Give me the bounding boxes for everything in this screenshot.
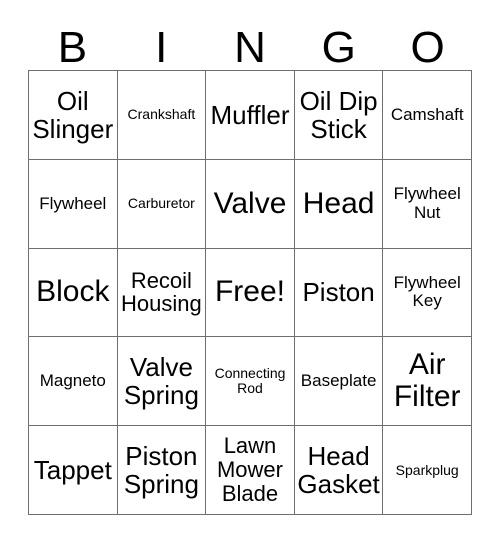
bingo-cell[interactable]: Flywheel Nut <box>383 159 472 249</box>
bingo-cell-label: Lawn Mower Blade <box>216 433 283 506</box>
bingo-cell-label: Camshaft <box>390 104 464 124</box>
bingo-cell[interactable]: Block <box>29 248 118 338</box>
bingo-cell-label: Flywheel Key <box>393 273 461 311</box>
bingo-cell-label: Piston Spring <box>123 441 199 500</box>
bingo-cell[interactable]: Magneto <box>29 337 118 427</box>
bingo-cell[interactable]: Sparkplug <box>383 426 472 515</box>
bingo-cell-label: Air Filter <box>393 347 461 414</box>
bingo-cell-label: Valve <box>213 186 287 220</box>
bingo-cell[interactable]: Lawn Mower Blade <box>206 426 295 515</box>
bingo-cell-label: Free! <box>214 275 285 309</box>
bingo-cell[interactable]: Carburetor <box>117 159 207 249</box>
bingo-cell[interactable]: Valve Spring <box>117 337 207 427</box>
header-letter-i: I <box>155 23 168 72</box>
bingo-card: B I N G O Oil Slinger Crankshaft Muffler… <box>0 0 500 544</box>
bingo-cell[interactable]: Flywheel <box>29 159 118 249</box>
bingo-cell-label: Magneto <box>39 371 106 391</box>
header-letter-b: B <box>57 23 88 72</box>
bingo-header: B I N G O <box>28 14 472 70</box>
bingo-cell-free[interactable]: Free! <box>206 248 295 338</box>
bingo-cell[interactable]: Muffler <box>206 71 295 160</box>
bingo-cell[interactable]: Tappet <box>29 426 118 515</box>
header-letter-g: G <box>321 23 356 72</box>
bingo-cell[interactable]: Air Filter <box>383 337 472 427</box>
bingo-cell[interactable]: Connecting Rod <box>206 337 295 427</box>
bingo-cell[interactable]: Baseplate <box>294 337 384 427</box>
bingo-cell-label: Connecting Rod <box>214 365 286 397</box>
header-letter-o: O <box>410 23 445 72</box>
bingo-cell[interactable]: Head <box>294 159 384 249</box>
bingo-cell-label: Crankshaft <box>127 106 196 123</box>
bingo-cell-label: Piston <box>302 277 375 308</box>
bingo-cell-label: Muffler <box>210 99 290 130</box>
header-letter-n: N <box>234 23 266 72</box>
bingo-cell-label: Baseplate <box>300 371 377 391</box>
bingo-grid: Oil Slinger Crankshaft Muffler Oil Dip S… <box>28 70 472 515</box>
bingo-cell[interactable]: Recoil Housing <box>117 248 207 338</box>
bingo-cell-label: Oil Dip Stick <box>299 85 378 144</box>
bingo-cell-label: Flywheel Nut <box>393 184 461 222</box>
bingo-cell-label: Flywheel <box>39 193 107 213</box>
bingo-cell-label: Oil Slinger <box>32 85 114 144</box>
bingo-cell-label: Valve Spring <box>123 352 199 411</box>
bingo-cell[interactable]: Crankshaft <box>117 71 207 160</box>
bingo-cell[interactable]: Flywheel Key <box>383 248 472 338</box>
bingo-cell-label: Sparkplug <box>395 461 459 478</box>
bingo-cell[interactable]: Head Gasket <box>294 426 384 515</box>
bingo-cell-label: Head <box>302 186 375 220</box>
bingo-cell[interactable]: Piston Spring <box>117 426 207 515</box>
bingo-cell-label: Tappet <box>33 455 112 486</box>
bingo-cell-label: Head Gasket <box>297 441 380 500</box>
bingo-cell-label: Block <box>36 275 110 309</box>
bingo-cell-label: Recoil Housing <box>121 267 202 317</box>
bingo-cell[interactable]: Camshaft <box>383 71 472 160</box>
bingo-cell[interactable]: Piston <box>294 248 384 338</box>
bingo-cell[interactable]: Oil Slinger <box>29 71 118 160</box>
bingo-cell[interactable]: Oil Dip Stick <box>294 71 384 160</box>
bingo-cell[interactable]: Valve <box>206 159 295 249</box>
bingo-cell-label: Carburetor <box>127 195 195 212</box>
